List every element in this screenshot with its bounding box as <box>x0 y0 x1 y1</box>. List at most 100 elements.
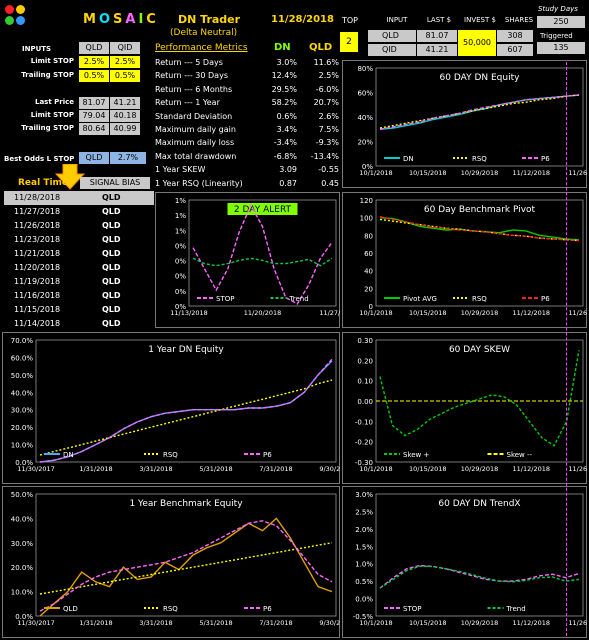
metric-qld: 2.6% <box>318 111 339 121</box>
x-tick-label: 9/30/2018 <box>319 465 340 473</box>
app-subtitle: (Delta Neutral) <box>170 28 238 38</box>
perf-col-dn: DN <box>274 42 291 53</box>
dot-icon <box>16 16 25 25</box>
triggered-value: 135 <box>537 42 585 54</box>
y-tick-label: 1% <box>175 227 186 235</box>
legend-label: Skew -- <box>507 451 533 459</box>
input-qid[interactable]: 2.5% <box>110 56 140 68</box>
metric-dn: 0.87 <box>279 178 297 188</box>
inputs-label: INPUTS <box>22 45 52 53</box>
x-tick-label: 11/26/20 <box>568 465 587 473</box>
position-symbol: QID <box>368 44 416 56</box>
price-qid: 41.21 <box>110 97 140 109</box>
x-tick-label: 10/29/2018 <box>461 465 498 473</box>
y-tick-label: 0.20 <box>357 357 373 365</box>
study-days-value[interactable]: 250 <box>537 16 585 28</box>
signal-row[interactable]: 11/21/2018 QLD <box>4 247 154 261</box>
y-tick-label: 60 <box>364 250 373 258</box>
legend-label: Skew + <box>403 451 430 459</box>
x-tick-label: 11/12/2018 <box>513 169 550 177</box>
x-tick-label: 11/27/201 <box>319 309 340 317</box>
x-tick-label: 3/31/2018 <box>139 465 172 473</box>
y-tick-label: 70.0% <box>11 337 34 345</box>
x-tick-label: 11/20/2018 <box>244 309 281 317</box>
y-tick-label: 10.0% <box>11 589 34 597</box>
y-tick-label: 50.0% <box>11 491 34 499</box>
signal-row[interactable]: 11/27/2018 QLD <box>4 205 154 219</box>
metric-qld: -13.4% <box>310 151 339 161</box>
logo-letter: C <box>146 12 159 27</box>
signal-row[interactable]: 11/16/2018 QLD <box>4 289 154 303</box>
position-shares: 607 <box>497 44 533 56</box>
logo-dots <box>5 5 27 27</box>
chart-60day-skew: 60 DAY SKEW0.300.200.100.00-0.10-0.20-0.… <box>342 332 587 484</box>
metric-label: Return --- 1 Year <box>155 98 220 108</box>
metric-label: Maximum daily gain <box>155 125 236 134</box>
perf-header: Performance Metrics <box>155 43 248 53</box>
y-tick-label: 40.0% <box>11 515 34 523</box>
x-tick-label: 11/30/2017 <box>17 465 54 473</box>
x-tick-label: 11/12/2018 <box>513 619 550 627</box>
signal-date: 11/14/2018 <box>14 319 61 328</box>
input-qid[interactable]: 0.5% <box>110 70 140 82</box>
y-tick-label: 100 <box>360 215 373 223</box>
x-tick-label: 10/1/2018 <box>359 465 392 473</box>
legend-label: STOP <box>403 605 421 613</box>
y-tick-label: 0% <box>175 288 186 296</box>
x-tick-label: 9/30/2018 <box>319 619 340 627</box>
signal-bias-header: SIGNAL BIAS <box>80 177 150 189</box>
perf-col-qld: QLD <box>309 42 333 53</box>
metric-qld: 7.5% <box>318 125 339 134</box>
x-tick-label: 11/12/2018 <box>513 465 550 473</box>
header-date: 11/28/2018 <box>271 14 334 25</box>
y-tick-label: 3.0% <box>355 491 373 499</box>
triggered-label: Triggered <box>540 32 573 40</box>
y-tick-label: -0.20 <box>355 439 373 447</box>
y-tick-label: 0.10 <box>357 378 373 386</box>
metric-qld: 20.7% <box>313 98 339 108</box>
mosaic-logo: MOSAIC <box>83 12 159 27</box>
signal-row[interactable]: 11/23/2018 QLD <box>4 233 154 247</box>
metric-row: Maximum daily loss -3.4% -9.3% <box>155 136 345 149</box>
price-qld: 80.64 <box>79 123 109 135</box>
x-tick-label: 3/31/2018 <box>139 619 172 627</box>
signal-row[interactable]: 11/15/2018 QLD <box>4 303 154 317</box>
position-shares: 308 <box>497 30 533 42</box>
y-tick-label: 2.5% <box>355 508 373 516</box>
y-tick-label: 80 <box>364 232 373 240</box>
metric-row: Maximum daily gain 3.4% 7.5% <box>155 123 345 136</box>
y-tick-label: 80% <box>357 65 373 73</box>
metric-dn: -3.4% <box>273 138 297 148</box>
signal-row[interactable]: 11/14/2018 QLD <box>4 317 154 331</box>
signal-date: 11/21/2018 <box>14 249 61 258</box>
metric-dn: 12.4% <box>271 71 297 81</box>
legend-label: Pivot AVG <box>403 295 437 303</box>
positions-header: INPUT <box>386 16 408 24</box>
metric-qld: -6.0% <box>315 84 339 94</box>
legend-label: QLD <box>63 605 78 613</box>
best-odds-symbol: QLD <box>79 152 109 164</box>
logo-letter: O <box>98 12 113 27</box>
position-last: 81.07 <box>417 30 457 42</box>
y-tick-label: -0.10 <box>355 418 373 426</box>
dot-icon <box>5 5 14 14</box>
signal-row[interactable]: 11/20/2018 QLD <box>4 261 154 275</box>
metric-dn: 58.2% <box>271 98 297 108</box>
signal-row[interactable]: 11/28/2018 QLD <box>4 191 154 205</box>
best-odds-value: 2.7% <box>110 152 146 164</box>
input-qld[interactable]: 2.5% <box>79 56 109 68</box>
invest-amount[interactable]: 50,000 <box>458 30 496 56</box>
legend-label: RSQ <box>163 605 178 613</box>
metric-dn: 3.0% <box>276 58 297 67</box>
price-label: Limit STOP <box>30 111 74 119</box>
y-tick-label: 60% <box>357 90 373 98</box>
metric-qld: 11.6% <box>313 58 339 67</box>
top-value[interactable]: 2 <box>340 32 358 52</box>
y-tick-label: 1.5% <box>355 543 373 551</box>
input-qld[interactable]: 0.5% <box>79 70 109 82</box>
y-tick-label: 20.0% <box>11 424 34 432</box>
signal-row[interactable]: 11/19/2018 QLD <box>4 275 154 289</box>
x-tick-label: 11/12/2018 <box>513 309 550 317</box>
signal-row[interactable]: 11/26/2018 QLD <box>4 219 154 233</box>
y-tick-label: 40 <box>364 268 373 276</box>
